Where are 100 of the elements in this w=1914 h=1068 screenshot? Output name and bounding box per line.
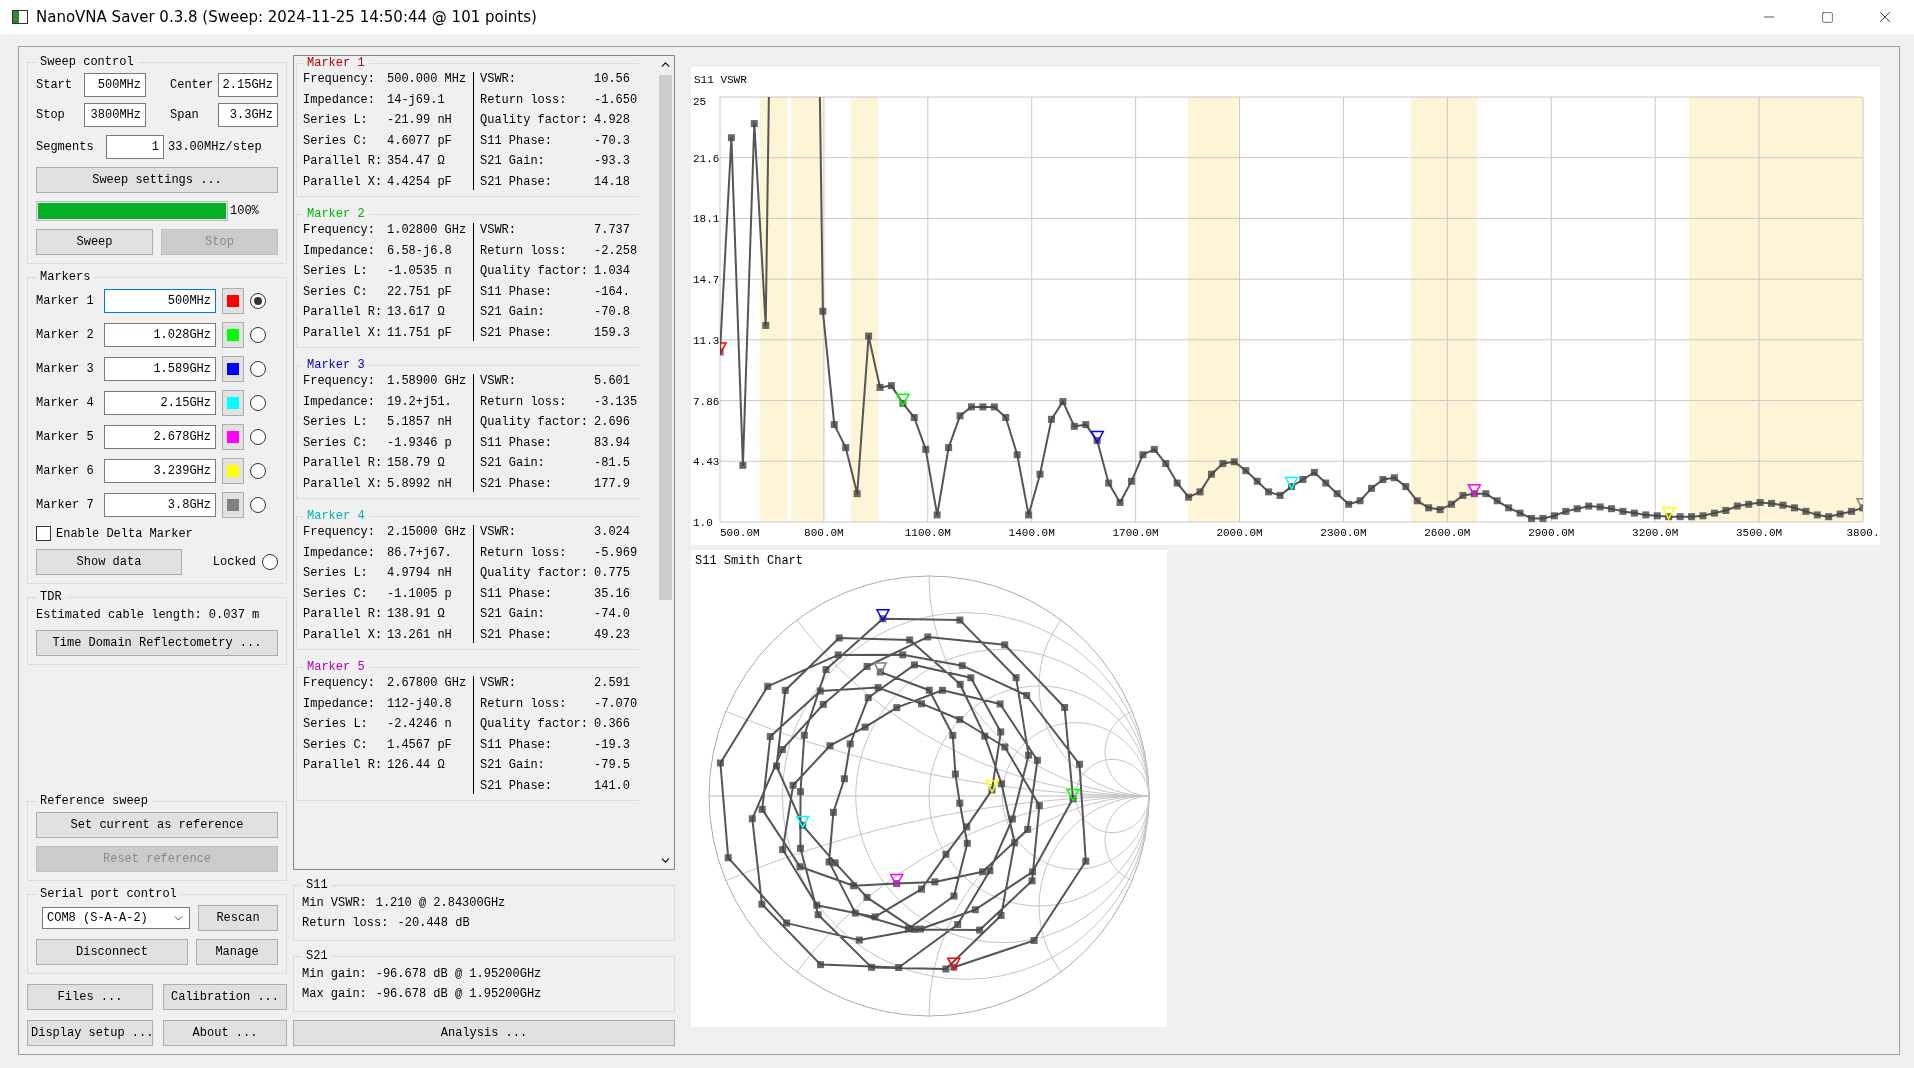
tdr-button[interactable]: Time Domain Reflectometry ... [36, 630, 278, 656]
marker-frequency-field[interactable]: 2.678GHz [104, 425, 216, 449]
data-value: 1.4567 pF [387, 737, 453, 753]
frequency-field[interactable]: 3.3GHz [218, 103, 278, 127]
info-value: -96.678 dB @ 1.95200GHz [375, 987, 542, 1001]
data-value: 2.15000 GHz [387, 525, 468, 541]
files-button[interactable]: Files ... [27, 984, 153, 1010]
show-data-button[interactable]: Show data [36, 549, 182, 575]
data-label: Series C: [303, 133, 369, 149]
data-value: 4.928 [594, 113, 631, 129]
info-value: -96.678 dB @ 1.95200GHz [375, 967, 542, 981]
color-button[interactable] [222, 458, 244, 484]
info-label: Max gain: [302, 987, 368, 1001]
axis-label: 11.3 [693, 334, 720, 347]
group-title: Serial port control [39, 887, 178, 901]
data-value: 5.1857 nH [387, 415, 453, 431]
data-label: Frequency: [303, 223, 376, 239]
marker-label: Marker 3 [36, 362, 95, 376]
axis-label: 1400.0M [1008, 527, 1055, 539]
axis-label: 3200.0M [1632, 527, 1679, 539]
color-button[interactable] [222, 322, 244, 348]
data-label: S21 Gain: [480, 456, 546, 472]
marker-radio[interactable] [250, 361, 266, 377]
data-value: 158.79 Ω [387, 456, 446, 472]
color-button[interactable] [222, 288, 244, 314]
disconnect-button[interactable]: Disconnect [36, 939, 188, 965]
data-label: Impedance: [303, 696, 376, 712]
info-value: -20.448 dB [397, 916, 470, 930]
frequency-field[interactable]: 2.15GHz [218, 73, 278, 97]
info-label: Return loss: [302, 916, 390, 930]
data-value: 500.000 MHz [387, 72, 468, 88]
chart-title: S11 VSWR [694, 74, 747, 86]
calibration-button[interactable]: Calibration ... [163, 984, 287, 1010]
data-label: Return loss: [480, 545, 568, 561]
marker-frequency-field[interactable]: 3.239GHz [104, 459, 216, 483]
color-button[interactable] [222, 356, 244, 382]
info-value: 1.210 @ 2.84300GHz [375, 896, 506, 910]
data-value: -3.135 [594, 394, 639, 410]
port-dropdown[interactable]: COM8 (S-A-A-2) [42, 907, 190, 929]
about-button[interactable]: About ... [163, 1020, 287, 1046]
data-value: 49.23 [594, 627, 631, 643]
segments-field[interactable]: 1 [106, 135, 164, 159]
marker-title: Marker 1 [306, 56, 366, 70]
field-label: Stop [36, 108, 66, 122]
data-label: Parallel X: [303, 476, 384, 492]
data-label: Return loss: [480, 696, 568, 712]
delta-checkbox[interactable] [36, 526, 51, 541]
marker-frequency-field[interactable]: 1.028GHz [104, 323, 216, 347]
manage-button[interactable]: Manage [196, 939, 278, 965]
marker-radio[interactable] [250, 463, 266, 479]
color-button[interactable] [222, 492, 244, 518]
data-value: 177.9 [594, 476, 631, 492]
data-label: VSWR: [480, 525, 517, 541]
marker-frequency-field[interactable]: 1.589GHz [104, 357, 216, 381]
marker-icon [889, 873, 904, 888]
data-label: Parallel R: [303, 456, 384, 472]
data-value: 14-j69.1 [387, 92, 446, 108]
marker-icon [946, 957, 962, 971]
scrollbar-thumb[interactable] [659, 75, 672, 600]
marker-frequency-field[interactable]: 2.15GHz [104, 391, 216, 415]
marker-label: Marker 5 [36, 430, 95, 444]
data-label: S21 Phase: [480, 325, 553, 341]
data-label: Return loss: [480, 243, 568, 259]
sweep-settings-button[interactable]: Sweep settings ... [36, 167, 278, 193]
data-label: Return loss: [480, 394, 568, 410]
data-label: VSWR: [480, 676, 517, 692]
data-label: S21 Gain: [480, 607, 546, 623]
data-value: -5.969 [594, 545, 639, 561]
data-label: S21 Gain: [480, 154, 546, 170]
analysis-button[interactable]: Analysis ... [293, 1020, 675, 1046]
data-label: S11 Phase: [480, 586, 553, 602]
marker-radio[interactable] [250, 497, 266, 513]
data-label: Frequency: [303, 525, 376, 541]
frequency-field[interactable]: 3800MHz [84, 103, 146, 127]
group-title: Sweep control [39, 55, 135, 69]
marker-frequency-field[interactable]: 500MHz [104, 289, 216, 313]
data-label: Impedance: [303, 243, 376, 259]
data-label: Parallel X: [303, 174, 384, 190]
data-label: Quality factor: [480, 264, 590, 280]
data-value: 126.44 Ω [387, 758, 446, 774]
data-value: 1.02800 GHz [387, 223, 468, 239]
color-button[interactable] [222, 424, 244, 450]
color-button[interactable] [222, 390, 244, 416]
marker-radio[interactable] [250, 293, 266, 309]
group-title: Markers [39, 270, 92, 284]
reference-button[interactable]: Set current as reference [36, 812, 278, 838]
sweep-button[interactable]: Sweep [36, 229, 153, 255]
locked-radio[interactable] [262, 554, 278, 570]
frequency-field[interactable]: 500MHz [84, 73, 146, 97]
data-value: -2.258 [594, 243, 639, 259]
marker-frequency-field[interactable]: 3.8GHz [104, 493, 216, 517]
data-label: Series C: [303, 586, 369, 602]
rescan-button[interactable]: Rescan [198, 905, 278, 931]
marker-radio[interactable] [250, 327, 266, 343]
marker-radio[interactable] [250, 395, 266, 411]
marker-radio[interactable] [250, 429, 266, 445]
data-value: 4.4254 pF [387, 174, 453, 190]
data-value: 354.47 Ω [387, 154, 446, 170]
display-setup-button[interactable]: Display setup ... [27, 1020, 153, 1046]
field-label: Segments [36, 140, 95, 154]
